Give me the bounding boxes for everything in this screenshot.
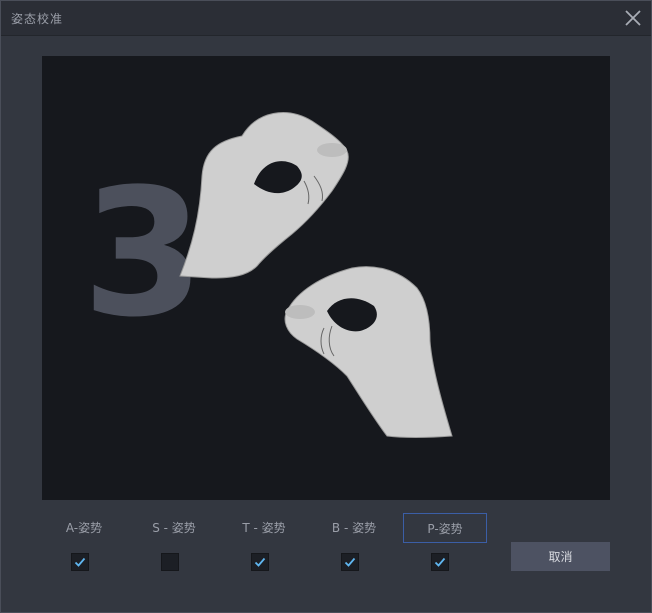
- pose-b-label-box[interactable]: B - 姿势: [312, 513, 396, 543]
- pose-calibration-dialog: 姿态校准 3 A-姿势 S - 姿势 T - 姿势 B - 姿势 P-姿势 取消: [0, 0, 652, 613]
- pose-s-checkbox[interactable]: [161, 553, 179, 571]
- pose-t-label: T - 姿势: [242, 521, 286, 535]
- pose-p-checkbox[interactable]: [431, 553, 449, 571]
- pose-a-label: A-姿势: [65, 521, 103, 535]
- pose-preview: 3: [42, 56, 610, 500]
- check-icon: [344, 557, 356, 567]
- pose-t-checkbox[interactable]: [251, 553, 269, 571]
- pose-b-label: B - 姿势: [331, 521, 377, 535]
- lower-thumb-tip: [285, 305, 315, 319]
- pose-b-checkbox[interactable]: [341, 553, 359, 571]
- pose-t-label-box[interactable]: T - 姿势: [222, 513, 306, 543]
- upper-hand: [179, 112, 349, 279]
- pose-p-label: P-姿势: [427, 522, 463, 536]
- hands-pinch-illustration: [179, 112, 453, 438]
- dialog-title: 姿态校准: [11, 12, 64, 26]
- title-bar[interactable]: 姿态校准: [1, 1, 651, 36]
- lower-hand: [284, 266, 453, 438]
- pose-s-label: S - 姿势: [152, 521, 196, 535]
- pose-p-label-box[interactable]: P-姿势: [403, 513, 487, 543]
- close-button[interactable]: [623, 8, 643, 28]
- check-icon: [254, 557, 266, 567]
- pose-a-checkbox[interactable]: [71, 553, 89, 571]
- upper-thumb-tip: [317, 143, 347, 157]
- close-icon: [625, 10, 641, 26]
- check-icon: [74, 557, 86, 567]
- check-icon: [434, 557, 446, 567]
- pose-s-label-box[interactable]: S - 姿势: [132, 513, 216, 543]
- pose-a-label-box[interactable]: A-姿势: [42, 513, 126, 543]
- cancel-button[interactable]: 取消: [511, 542, 610, 571]
